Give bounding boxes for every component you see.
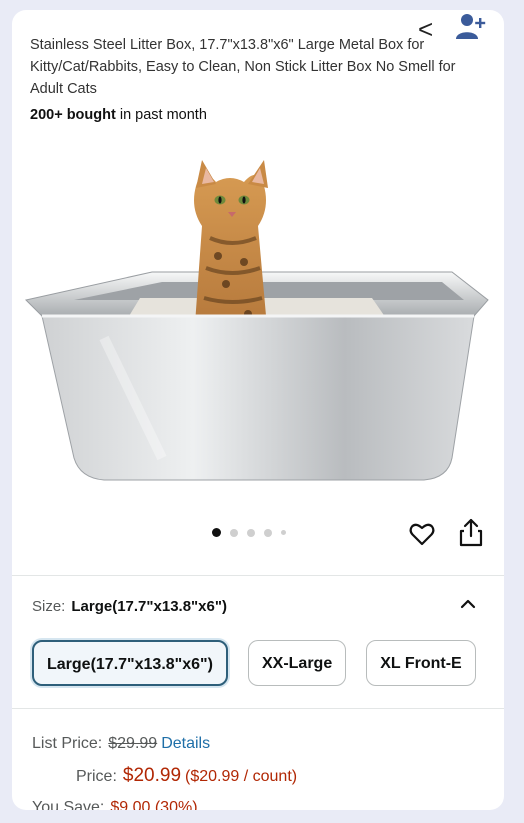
list-price-value: $29.99: [108, 735, 158, 752]
product-title[interactable]: Stainless Steel Litter Box, 17.7"x13.8"x…: [30, 34, 470, 100]
heart-icon[interactable]: [408, 520, 436, 548]
carousel-dot[interactable]: [247, 528, 255, 537]
carousel-dot[interactable]: [264, 528, 272, 537]
bought-count-rest: in past month: [115, 107, 207, 123]
share-icon[interactable]: [458, 518, 484, 548]
price-row: Price: $20.99 ($20.99 / count): [32, 760, 297, 792]
chevron-up-icon[interactable]: [458, 594, 478, 614]
carousel-dot[interactable]: [230, 528, 238, 537]
price-value: $20.99: [122, 765, 182, 786]
size-selected-value: Large(17.7"x13.8"x6"): [71, 598, 227, 615]
size-options: Large(17.7"x13.8"x6") XX-Large XL Front-…: [32, 640, 476, 686]
size-option-large[interactable]: Large(17.7"x13.8"x6"): [32, 640, 228, 686]
bought-count: 200+ bought in past month: [30, 107, 207, 123]
image-carousel-dots[interactable]: [212, 528, 286, 537]
unit-price: ($20.99 / count): [185, 768, 298, 785]
product-image[interactable]: [12, 138, 504, 528]
product-card: < Stainless Steel Litter Box, 17.7"x13.8…: [12, 10, 504, 810]
size-option-xl-front-entry[interactable]: XL Front-E: [366, 640, 476, 686]
price-label: Price:: [76, 768, 117, 785]
details-link[interactable]: Details: [161, 735, 210, 752]
size-option-xx-large[interactable]: XX-Large: [247, 640, 347, 686]
you-save-label: You Save:: [32, 799, 105, 810]
carousel-dot-active[interactable]: [212, 528, 221, 537]
size-label: Size:: [32, 598, 66, 615]
divider: [12, 575, 504, 576]
list-price-label: List Price:: [32, 735, 103, 752]
price-block: List Price: $29.99 Details Price: $20.99 ($2…: [32, 728, 297, 810]
cat-figure: [194, 160, 268, 338]
size-selector-header[interactable]: Size: Large(17.7"x13.8"x6"): [32, 598, 227, 615]
you-save-value: $9.00 (30%): [110, 799, 198, 810]
carousel-dot[interactable]: [281, 530, 286, 535]
you-save-row: You Save: $9.00 (30%): [32, 792, 297, 810]
bought-count-bold: 200+ bought: [30, 107, 116, 123]
divider: [12, 708, 504, 709]
list-price-row: List Price: $29.99 Details: [32, 728, 297, 760]
